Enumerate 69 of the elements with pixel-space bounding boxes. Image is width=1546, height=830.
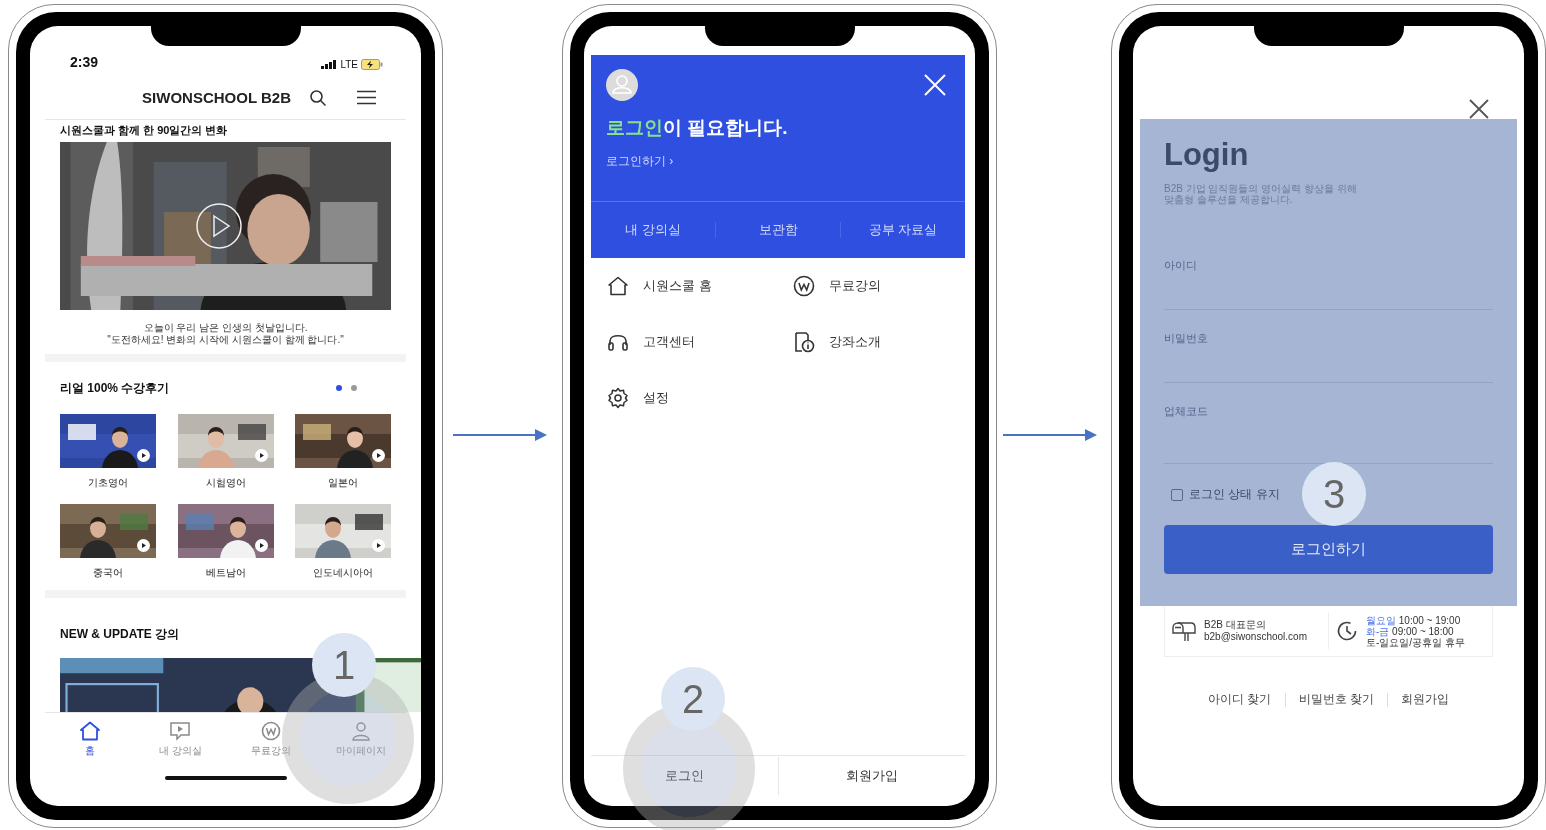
home-icon — [79, 721, 102, 741]
network-label: LTE — [340, 59, 358, 70]
login-button[interactable]: 로그인하기 — [1164, 525, 1493, 574]
menu-item[interactable]: 고객센터 — [607, 331, 793, 353]
contact-email[interactable]: b2b@siwonschool.com — [1204, 631, 1307, 643]
checkbox-label[interactable]: 로그인 상태 유지 — [1189, 486, 1280, 503]
mailbox-icon — [1172, 619, 1196, 643]
play-icon[interactable] — [254, 539, 268, 552]
hours-text: 월요일 10:00 ~ 19:00 — [1366, 614, 1462, 626]
close-icon[interactable] — [1469, 99, 1489, 119]
menu-icon[interactable] — [357, 90, 376, 105]
home-icon — [607, 276, 629, 296]
caption-text: "도전하세요! 변화의 시작에 시원스쿨이 함께 합니다." — [106, 334, 345, 346]
login-required-title: 로그인이 필요합니다. — [606, 116, 789, 140]
checkbox[interactable] — [1171, 488, 1183, 501]
course-label[interactable]: 기초영어 — [88, 476, 128, 490]
page-dot[interactable] — [351, 385, 357, 391]
tab-bar-item[interactable]: 무료강의 — [235, 721, 306, 768]
avatar-icon — [606, 69, 638, 101]
caption-text: 오늘이 우리 남은 인생의 첫날입니다. — [142, 322, 309, 334]
tab-bar-item[interactable]: 홈 — [55, 721, 126, 768]
play-icon[interactable] — [372, 539, 385, 552]
text-link[interactable]: 아이디 찾기 — [1195, 691, 1285, 708]
w-coin-icon — [793, 275, 815, 297]
status-time: 2:39 — [70, 54, 99, 70]
course-label[interactable]: 인도네시아어 — [313, 566, 373, 580]
tab-bar-item[interactable]: 내 강의실 — [145, 721, 216, 768]
bottom-button[interactable]: 회원가입 — [778, 757, 965, 795]
menu-item[interactable]: 무료강의 — [793, 275, 975, 297]
login-title: Login — [1164, 137, 1250, 173]
course-label[interactable]: 베트남어 — [205, 566, 246, 580]
course-label[interactable]: 중국어 — [93, 566, 123, 580]
hours-text: 화-금 09:00 ~ 18:00 — [1366, 625, 1455, 637]
bottom-button[interactable]: 로그인 — [591, 757, 778, 795]
course-label[interactable]: 일본어 — [328, 476, 358, 490]
text-link[interactable]: 회원가입 — [1387, 691, 1462, 708]
app-title: SIWONSCHOOL B2B — [142, 89, 291, 106]
section-heading: 리얼 100% 수강후기 — [60, 379, 170, 397]
input-field[interactable]: 업체코드 — [1164, 394, 1493, 464]
person-icon — [350, 721, 371, 741]
menu-tab[interactable]: 공부 자료실 — [841, 221, 965, 239]
play-icon[interactable] — [137, 539, 150, 552]
play-icon[interactable] — [254, 449, 268, 462]
contact-title: B2B 대표문의 — [1204, 619, 1267, 631]
menu-item[interactable]: 시원스쿨 홈 — [607, 275, 793, 297]
menu-tab[interactable]: 보관함 — [716, 221, 840, 239]
search-icon[interactable] — [309, 88, 327, 107]
section-heading: 시원스쿨과 함께 한 90일간의 변화 — [60, 123, 229, 138]
page-dot[interactable] — [336, 385, 342, 391]
section-heading: NEW & UPDATE 강의 — [60, 626, 181, 643]
signal-icon — [321, 60, 338, 69]
chat-play-icon — [169, 721, 192, 741]
document-info-icon — [793, 331, 815, 353]
text-link[interactable]: 비밀번호 찾기 — [1285, 691, 1387, 708]
w-coin-icon — [260, 721, 281, 741]
play-icon[interactable] — [137, 449, 150, 462]
play-icon[interactable] — [372, 449, 385, 462]
menu-tab[interactable]: 내 강의실 — [591, 221, 715, 239]
menu-item[interactable]: 설정 — [607, 387, 793, 409]
play-icon[interactable] — [195, 202, 243, 250]
login-link[interactable]: 로그인하기 › — [606, 153, 674, 170]
hours-text: 토-일요일/공휴일 휴무 — [1366, 636, 1465, 648]
input-field[interactable]: 비밀번호 — [1164, 321, 1493, 383]
clock-icon — [1336, 620, 1358, 642]
gear-icon — [607, 387, 629, 409]
battery-icon — [361, 59, 383, 70]
course-label[interactable]: 시험영어 — [205, 476, 246, 490]
input-field[interactable]: 아이디 — [1164, 248, 1493, 310]
menu-item[interactable]: 강좌소개 — [793, 331, 975, 353]
